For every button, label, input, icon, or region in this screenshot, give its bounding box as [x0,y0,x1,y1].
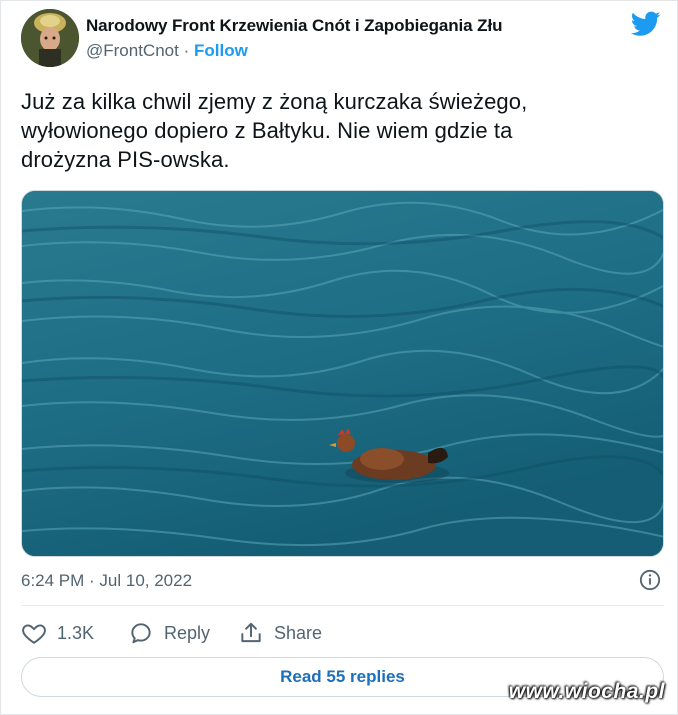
avatar-portrait [21,9,79,67]
tweet-text: Już za kilka chwil zjemy z żoną kurczaka… [21,89,528,172]
tweet-photo[interactable] [21,190,664,557]
author-name[interactable]: Narodowy Front Krzewienia Cnót i Zapobie… [86,16,502,36]
tweet-card: Narodowy Front Krzewienia Cnót i Zapobie… [0,0,678,715]
avatar[interactable] [21,9,79,67]
like-button[interactable]: 1.3K [21,618,94,648]
share-button[interactable]: Share [238,618,322,648]
divider [21,605,664,606]
speech-bubble-icon [131,623,151,644]
share-arrow-icon [241,622,261,643]
tweet-timestamp[interactable]: 6:24 PM · Jul 10, 2022 [21,571,192,591]
heart-icon [22,624,46,644]
sea-with-chicken-image [22,191,663,556]
author-handle[interactable]: @FrontCnot [86,41,179,60]
twitter-bird-icon[interactable] [631,11,661,37]
share-label: Share [274,622,323,643]
separator-dot: · [183,41,190,60]
info-icon[interactable] [639,569,661,591]
likes-count: 1.3K [57,622,95,643]
handle-row: @FrontCnot · Follow [86,41,248,61]
follow-button[interactable]: Follow [194,41,248,60]
reply-button[interactable]: Reply [128,618,210,648]
reply-label: Reply [164,622,211,643]
watermark: www.wiocha.pl [508,680,665,703]
